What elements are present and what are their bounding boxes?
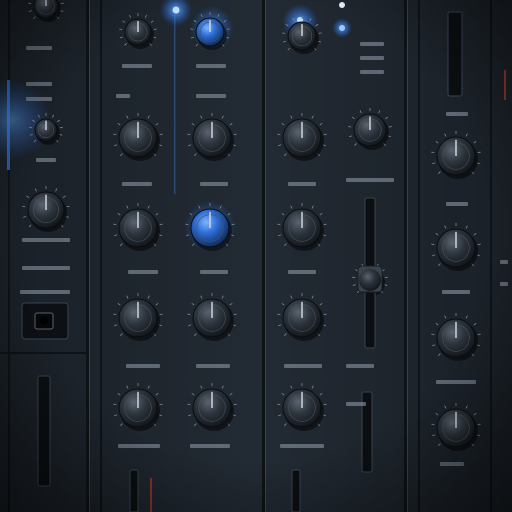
mixing-console-photo [0, 0, 512, 512]
vignette [0, 0, 512, 512]
